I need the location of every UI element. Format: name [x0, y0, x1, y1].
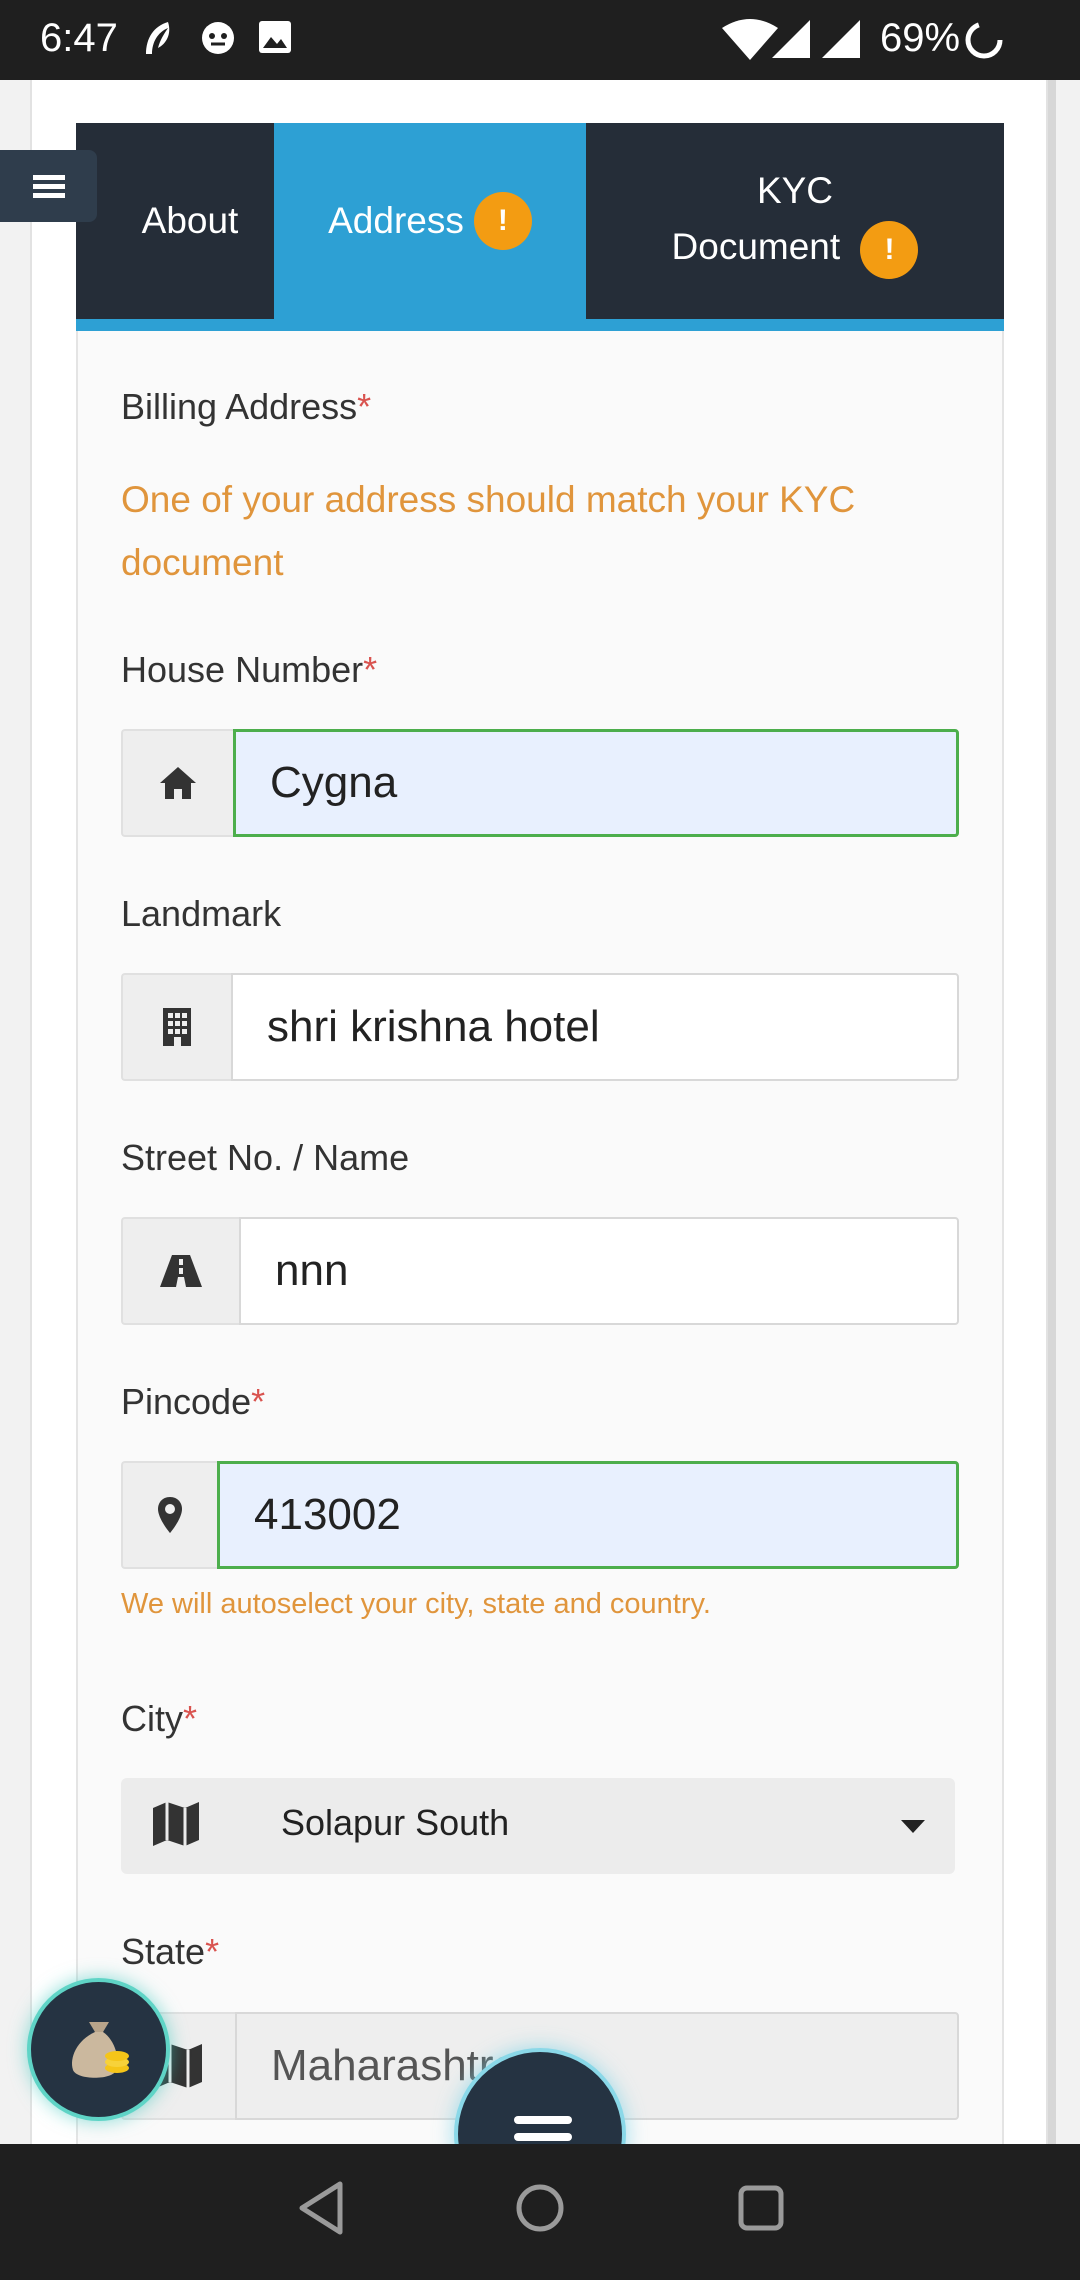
street-label: Street No. / Name: [121, 1137, 410, 1178]
hamburger-menu-button[interactable]: [0, 150, 97, 222]
wallet-floating-button[interactable]: [27, 1978, 170, 2121]
signal-icon: [772, 20, 810, 58]
map-icon: [153, 1802, 199, 1846]
pincode-input[interactable]: 413002: [217, 1461, 959, 1569]
landmark-input[interactable]: shri krishna hotel: [231, 973, 959, 1081]
city-value: Solapur South: [281, 1802, 510, 1843]
road-icon: [160, 1255, 202, 1287]
pincode-text: Pincode: [121, 1381, 252, 1422]
tab-address-label: Address: [328, 200, 464, 241]
city-select[interactable]: Solapur South: [121, 1778, 955, 1874]
landmark-group: shri krishna hotel: [121, 973, 959, 1081]
required-mark: *: [363, 649, 378, 690]
recents-icon[interactable]: [736, 2178, 786, 2238]
billing-address-text: Billing Address: [121, 386, 358, 427]
battery-ring-icon: [965, 21, 1003, 59]
landmark-label: Landmark: [121, 893, 282, 934]
street-input[interactable]: nnn: [239, 1217, 959, 1325]
image-icon: [259, 21, 291, 53]
billing-hint: One of your address should match your KY…: [121, 479, 856, 583]
tab-kyc-label-line1: KYC: [756, 170, 834, 212]
required-mark: *: [357, 386, 372, 427]
chevron-down-icon: [901, 1820, 925, 1833]
building-icon: [163, 1008, 191, 1046]
map-marker-icon: [158, 1497, 182, 1533]
navigation-bar: [0, 2144, 1080, 2280]
house-number-input[interactable]: Cygna: [233, 729, 959, 837]
required-mark: *: [205, 1931, 220, 1972]
city-label: City*: [121, 1698, 197, 1740]
pincode-hint: We will autoselect your city, state and …: [121, 1588, 711, 1620]
back-icon[interactable]: [296, 2178, 346, 2238]
house-number-group: Cygna: [121, 729, 959, 837]
city-text: City: [121, 1698, 183, 1739]
scrollbar[interactable]: [1048, 80, 1056, 2144]
state-text: State: [121, 1931, 206, 1972]
tab-kyc-document[interactable]: KYC Document !: [586, 123, 1004, 319]
required-mark: *: [183, 1698, 198, 1739]
cat-icon: [202, 22, 234, 54]
state-label: State*: [121, 1931, 219, 1973]
house-addon: [121, 729, 233, 837]
home-icon: [160, 767, 196, 799]
pincode-label: Pincode*: [121, 1381, 265, 1423]
tab-about-label: About: [141, 200, 239, 241]
billing-address-label: Billing Address*: [121, 386, 371, 428]
pincode-group: 413002: [121, 1461, 959, 1569]
tab-kyc-label-row: Document !: [671, 219, 919, 279]
street-group: nnn: [121, 1217, 959, 1325]
street-addon: [121, 1217, 239, 1325]
home-button-icon[interactable]: [512, 2178, 568, 2238]
warning-badge: !: [860, 220, 919, 279]
hamburger-icon: [32, 171, 65, 202]
status-bar: 6:47 x 69%: [0, 0, 1080, 80]
landmark-addon: [121, 973, 231, 1081]
signal-icon: [822, 20, 860, 58]
feather-icon: [146, 22, 170, 54]
warning-badge: !: [473, 192, 532, 250]
status-time: 6:47: [40, 16, 118, 60]
money-bag-icon: [71, 2021, 129, 2078]
house-number-text: House Number: [121, 649, 364, 690]
house-number-label: House Number*: [121, 649, 377, 691]
tab-address[interactable]: Address !: [274, 123, 586, 319]
active-tab-indicator: [76, 319, 1004, 331]
battery-percent: 69%: [880, 16, 961, 60]
pincode-addon: [121, 1461, 217, 1569]
required-mark: *: [251, 1381, 266, 1422]
tab-about[interactable]: About: [76, 123, 274, 319]
tab-kyc-label-line2: Document: [671, 226, 841, 268]
screen: 6:47 x 69% About Address ! KYC Document …: [0, 0, 1080, 2280]
